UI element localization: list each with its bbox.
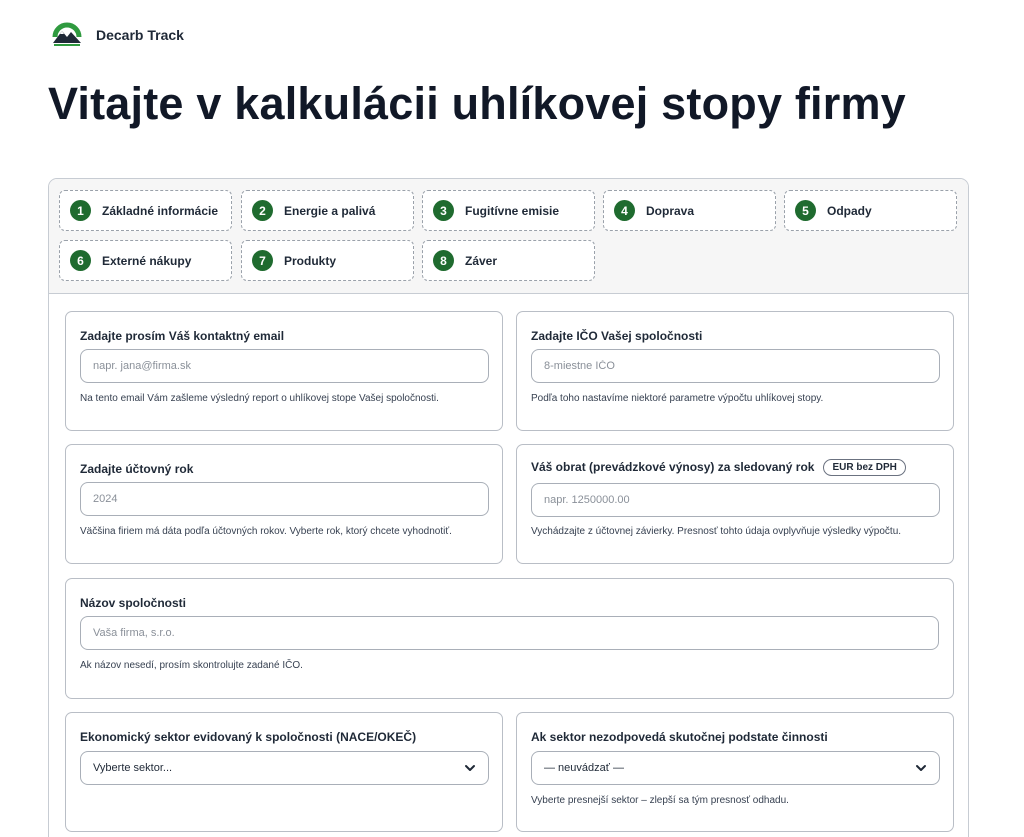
step-label: Záver (465, 253, 498, 268)
year-help: Väčšina firiem má dáta podľa účtovných r… (80, 526, 452, 537)
step-label: Základné informácie (102, 203, 219, 218)
turnover-input[interactable] (531, 483, 940, 517)
company-name-help: Ak názov nesedí, prosím skontrolujte zad… (80, 660, 303, 671)
step-number: 2 (252, 200, 273, 221)
step-label: Odpady (827, 203, 872, 218)
step-6-tab[interactable]: 6 Externé nákupy (59, 240, 232, 281)
company-name-label: Názov spoločnosti (80, 596, 187, 610)
sector-override-selected-value: — neuvádzať — (544, 762, 624, 774)
step-label: Fugitívne emisie (465, 203, 560, 218)
step-7-tab[interactable]: 7 Produkty (241, 240, 414, 281)
step-navigation: 1 Základné informácie 2 Energie a palivá… (49, 179, 968, 294)
step-4-tab[interactable]: 4 Doprava (603, 190, 776, 231)
company-name-panel: Názov spoločnosti Ak názov nesedí, prosí… (65, 578, 954, 699)
sector-override-label: Ak sektor nezodpovedá skutočnej podstate… (531, 730, 828, 744)
email-input[interactable] (80, 349, 489, 383)
sector-override-select[interactable]: — neuvádzať — (531, 751, 940, 785)
sector-select[interactable]: Vyberte sektor... (80, 751, 489, 785)
email-panel: Zadajte prosím Váš kontaktný email Na te… (65, 311, 503, 431)
step-2-tab[interactable]: 2 Energie a palivá (241, 190, 414, 231)
chevron-down-icon (465, 765, 475, 771)
step-1-tab[interactable]: 1 Základné informácie (59, 190, 232, 231)
ico-help: Podľa toho nastavíme niektoré parametre … (531, 393, 824, 404)
step-number: 1 (70, 200, 91, 221)
ico-input[interactable] (531, 349, 940, 383)
step-number: 6 (70, 250, 91, 271)
sector-panel: Ekonomický sektor evidovaný k spoločnost… (65, 712, 503, 832)
step-number: 5 (795, 200, 816, 221)
step-number: 7 (252, 250, 273, 271)
year-panel: Zadajte účtovný rok Väčšina firiem má dá… (65, 444, 503, 564)
step-number: 4 (614, 200, 635, 221)
brand: Decarb Track (50, 17, 184, 53)
step-8-tab[interactable]: 8 Záver (422, 240, 595, 281)
step-label: Energie a palivá (284, 203, 376, 218)
sector-label: Ekonomický sektor evidovaný k spoločnost… (80, 730, 417, 744)
calculator-form: 1 Základné informácie 2 Energie a palivá… (48, 178, 969, 837)
page-title: Vitajte v kalkulácii uhlíkovej stopy fir… (48, 78, 906, 129)
sector-selected-value: Vyberte sektor... (93, 762, 173, 774)
step-5-tab[interactable]: 5 Odpady (784, 190, 957, 231)
sector-override-panel: Ak sektor nezodpovedá skutočnej podstate… (516, 712, 954, 832)
ico-panel: Zadajte IČO Vašej spoločnosti Podľa toho… (516, 311, 954, 431)
brand-name: Decarb Track (96, 27, 184, 43)
step-number: 8 (433, 250, 454, 271)
turnover-panel: Váš obrat (prevádzkové výnosy) za sledov… (516, 444, 954, 564)
email-help: Na tento email Vám zašleme výsledný repo… (80, 393, 439, 404)
step-number: 3 (433, 200, 454, 221)
company-name-input[interactable] (80, 616, 939, 650)
step-label: Produkty (284, 253, 337, 268)
email-label: Zadajte prosím Váš kontaktný email (80, 329, 285, 343)
step-label: Doprava (646, 203, 695, 218)
turnover-label-row: Váš obrat (prevádzkové výnosy) za sledov… (531, 459, 906, 476)
year-input[interactable] (80, 482, 489, 516)
currency-badge: EUR bez DPH (823, 459, 906, 476)
decarb-logo-icon (50, 17, 84, 53)
turnover-help: Vychádzajte z účtovnej závierky. Presnos… (531, 526, 902, 537)
chevron-down-icon (916, 765, 926, 771)
year-label: Zadajte účtovný rok (80, 462, 194, 476)
step-label: Externé nákupy (102, 253, 192, 268)
turnover-label: Váš obrat (prevádzkové výnosy) za sledov… (531, 460, 815, 474)
ico-label: Zadajte IČO Vašej spoločnosti (531, 329, 703, 343)
step-3-tab[interactable]: 3 Fugitívne emisie (422, 190, 595, 231)
sector-override-help: Vyberte presnejší sektor – zlepší sa tým… (531, 795, 789, 806)
